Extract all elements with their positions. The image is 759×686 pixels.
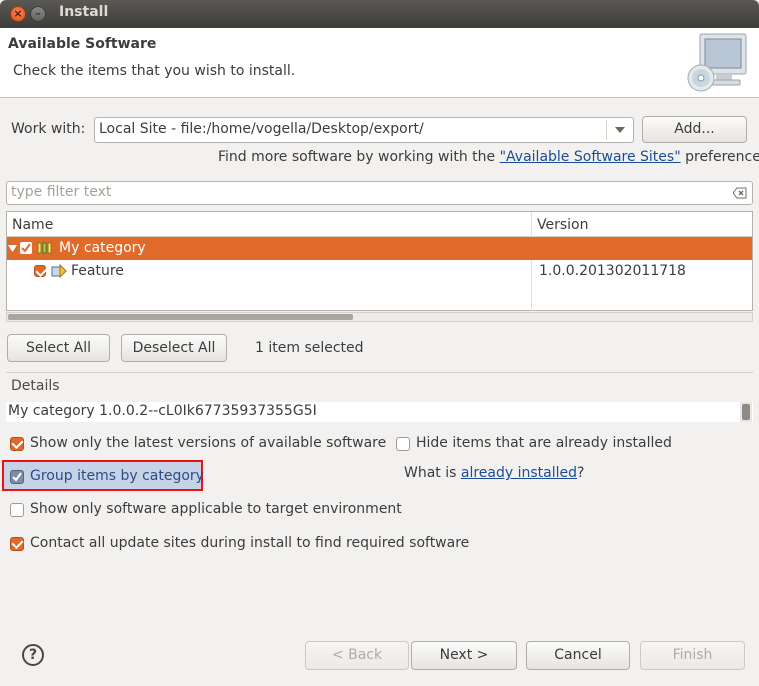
hide-installed-label[interactable]: Hide items that are already installed (416, 435, 672, 451)
work-with-combo[interactable]: Local Site - file:/home/vogella/Desktop/… (94, 117, 634, 143)
page-title: Available Software (8, 36, 157, 52)
tree-row-feature[interactable]: Feature 1.0.0.201302011718 (7, 260, 752, 283)
details-text-area[interactable]: My category 1.0.0.2--cL0Ik67735937355G5I (6, 402, 753, 422)
group-by-category-checkbox[interactable] (10, 470, 24, 484)
target-env-label[interactable]: Show only software applicable to target … (30, 501, 402, 517)
column-header-name[interactable]: Name (12, 217, 53, 233)
combo-separator (606, 120, 607, 140)
chevron-down-icon[interactable] (615, 127, 625, 133)
selection-count: 1 item selected (255, 340, 364, 356)
work-with-value: Local Site - file:/home/vogella/Desktop/… (99, 121, 424, 137)
expand-triangle-icon[interactable] (8, 244, 17, 253)
target-env-checkbox[interactable] (10, 503, 24, 517)
feature-icon (51, 264, 67, 279)
contact-sites-checkbox[interactable] (10, 537, 24, 551)
minimize-window-button[interactable]: – (30, 6, 46, 22)
find-more-prefix: Find more software by working with the (218, 149, 500, 165)
select-all-button[interactable]: Select All (7, 334, 110, 362)
tree-horizontal-scrollbar[interactable] (6, 312, 753, 322)
scrollbar-thumb[interactable] (8, 314, 353, 320)
cancel-button[interactable]: Cancel (526, 641, 630, 670)
find-more-text: Find more software by working with the "… (218, 149, 759, 165)
what-is-prefix: What is (404, 465, 461, 481)
monitor-cd-icon (687, 33, 747, 92)
what-is-suffix: ? (577, 465, 585, 481)
close-icon: × (13, 7, 23, 20)
scrollbar-thumb[interactable] (742, 404, 750, 420)
feature-version: 1.0.0.201302011718 (539, 263, 686, 279)
category-icon (37, 242, 52, 254)
details-divider (6, 372, 753, 373)
what-is-installed-text: What is already installed? (404, 465, 584, 481)
close-window-button[interactable]: × (10, 6, 26, 22)
page-description: Check the items that you wish to install… (13, 63, 296, 79)
filter-input[interactable]: type filter text (6, 181, 753, 205)
details-scrollbar[interactable] (740, 402, 752, 422)
latest-versions-label[interactable]: Show only the latest versions of availab… (30, 435, 386, 451)
back-button[interactable]: < Back (305, 641, 409, 670)
checkmark-icon (21, 243, 31, 253)
details-label: Details (11, 378, 60, 394)
checkmark-icon (12, 472, 22, 482)
feature-checkbox[interactable] (34, 265, 46, 277)
next-button[interactable]: Next > (411, 641, 517, 670)
title-bar: × – Install (0, 0, 759, 28)
tree-row-category[interactable]: My category (7, 237, 752, 260)
column-header-version[interactable]: Version (537, 217, 588, 233)
work-with-label: Work with: (11, 121, 86, 137)
window-title: Install (59, 4, 109, 20)
hide-installed-checkbox[interactable] (396, 437, 410, 451)
latest-versions-checkbox[interactable] (10, 437, 24, 451)
clear-filter-icon[interactable] (733, 187, 747, 199)
already-installed-link[interactable]: already installed (461, 465, 577, 481)
category-checkbox[interactable] (20, 242, 32, 254)
tree-header: Name Version (7, 212, 752, 237)
find-more-suffix: preferences. (685, 149, 759, 165)
deselect-all-button[interactable]: Deselect All (121, 334, 227, 362)
software-tree[interactable]: Name Version My category Feature 1.0.0.2… (6, 211, 753, 311)
category-name: My category (59, 240, 146, 256)
group-by-category-label[interactable]: Group items by category (30, 468, 204, 484)
feature-name: Feature (71, 263, 124, 279)
add-site-button[interactable]: Add... (642, 116, 747, 143)
contact-sites-label[interactable]: Contact all update sites during install … (30, 535, 469, 551)
minimize-icon: – (35, 7, 41, 20)
finish-button[interactable]: Finish (640, 641, 745, 670)
available-software-sites-link[interactable]: "Available Software Sites" (500, 149, 681, 165)
details-text: My category 1.0.0.2--cL0Ik67735937355G5I (8, 403, 317, 419)
filter-placeholder: type filter text (11, 184, 112, 200)
wizard-header: Available Software Check the items that … (0, 28, 759, 98)
help-icon[interactable]: ? (22, 644, 44, 666)
